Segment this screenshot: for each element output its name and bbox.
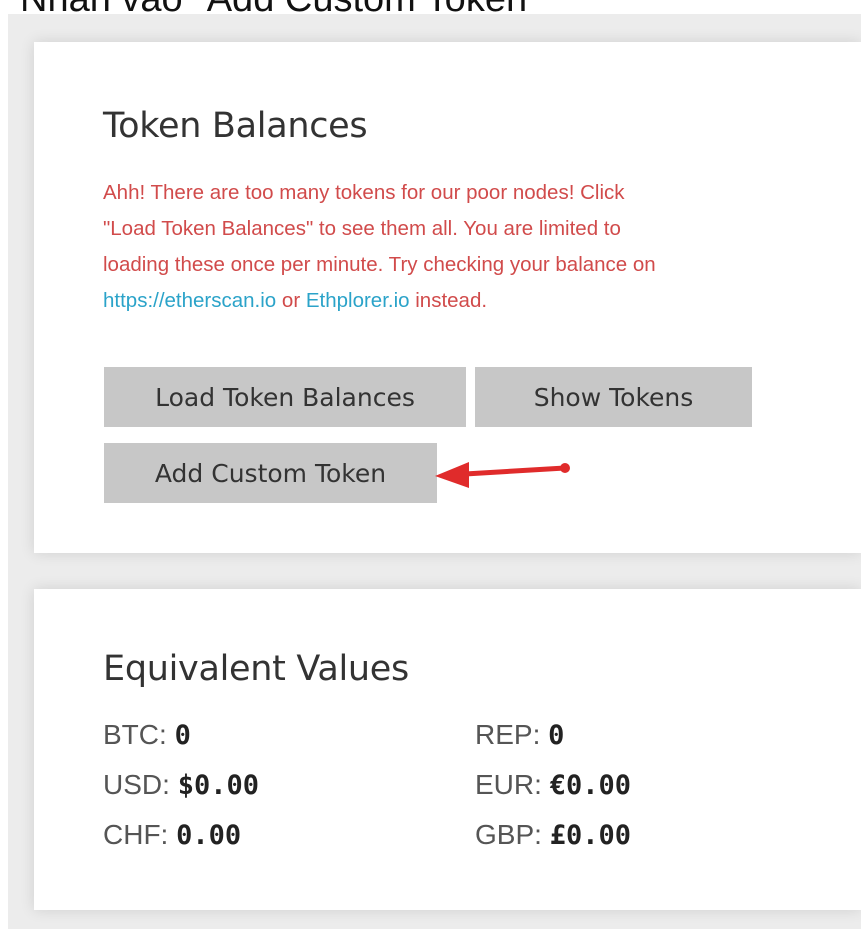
warning-line-4: https://etherscan.io or Ethplorer.io ins… [103, 283, 803, 319]
warning-line-2: "Load Token Balances" to see them all. Y… [103, 217, 621, 240]
btc-value: BTC: 0 [103, 715, 191, 756]
token-balances-card: Token Balances Ahh! There are too many t… [34, 42, 861, 553]
warning-line-3: loading these once per minute. Try check… [103, 253, 656, 276]
add-custom-token-button[interactable]: Add Custom Token [104, 443, 437, 503]
btc-label: BTC: [103, 719, 175, 750]
warning-tail-text: instead. [409, 289, 488, 312]
values-row: CHF: 0.00 GBP: £0.00 [103, 815, 803, 865]
chf-amount: 0.00 [176, 820, 242, 851]
equivalent-values-card: Equivalent Values BTC: 0 REP: 0 USD: $0.… [34, 589, 861, 910]
equivalent-values-title: Equivalent Values [103, 649, 409, 689]
usd-label: USD: [103, 769, 178, 800]
chf-value: CHF: 0.00 [103, 815, 241, 856]
rep-value: REP: 0 [475, 715, 564, 756]
gbp-value: GBP: £0.00 [475, 815, 631, 856]
etherscan-link[interactable]: https://etherscan.io [103, 289, 276, 312]
gbp-amount: £0.00 [549, 820, 631, 851]
show-tokens-button[interactable]: Show Tokens [475, 367, 752, 427]
warning-line-1: Ahh! There are too many tokens for our p… [103, 181, 625, 204]
values-row: BTC: 0 REP: 0 [103, 715, 803, 765]
values-row: USD: $0.00 EUR: €0.00 [103, 765, 803, 815]
ethplorer-link[interactable]: Ethplorer.io [306, 289, 410, 312]
usd-value: USD: $0.00 [103, 765, 259, 806]
rep-label: REP: [475, 719, 549, 750]
warning-or-text: or [276, 289, 306, 312]
rep-amount: 0 [548, 720, 565, 751]
token-balances-title: Token Balances [103, 106, 368, 146]
red-arrow-icon [435, 462, 570, 488]
eur-amount: €0.00 [549, 770, 631, 801]
load-token-balances-button[interactable]: Load Token Balances [104, 367, 466, 427]
eur-label: EUR: [475, 769, 550, 800]
eur-value: EUR: €0.00 [475, 765, 631, 806]
equivalent-values-grid: BTC: 0 REP: 0 USD: $0.00 EUR: €0.00 CHF:… [103, 715, 803, 865]
usd-amount: $0.00 [177, 770, 259, 801]
btc-amount: 0 [174, 720, 191, 751]
token-warning-message: Ahh! There are too many tokens for our p… [103, 175, 803, 319]
gbp-label: GBP: [475, 819, 550, 850]
chf-label: CHF: [103, 819, 177, 850]
